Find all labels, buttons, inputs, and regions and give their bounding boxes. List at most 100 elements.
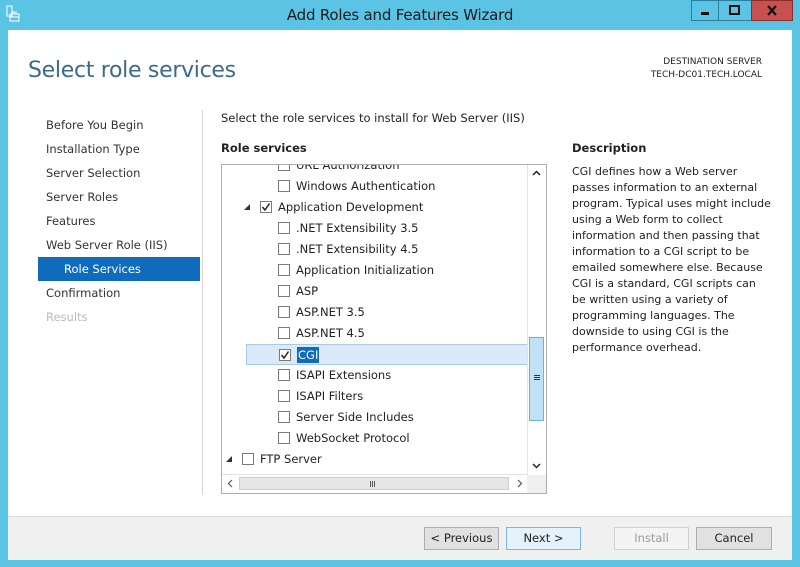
nav-item-web-server-role[interactable]: Web Server Role (IIS) (38, 233, 200, 257)
minimize-icon (701, 12, 709, 15)
nav-item-role-services[interactable]: Role Services (38, 257, 200, 281)
scroll-left-button[interactable] (222, 475, 239, 492)
close-icon (767, 5, 777, 16)
tree-item-label: Application Initialization (296, 263, 435, 277)
checkbox[interactable] (278, 327, 290, 339)
nav-item-confirmation[interactable]: Confirmation (38, 281, 200, 305)
previous-button-label: < Previous (430, 531, 493, 545)
tree-item-label: Server Side Includes (296, 410, 414, 424)
tree-item-label: ISAPI Filters (296, 389, 364, 403)
next-button[interactable]: Next > (506, 527, 581, 550)
expand-collapse-icon[interactable] (226, 456, 232, 462)
chevron-down-icon (532, 463, 541, 469)
window-title: Add Roles and Features Wizard (286, 6, 514, 24)
checkbox[interactable] (278, 390, 290, 402)
grip-icon (534, 375, 540, 376)
destination-server-info: DESTINATION SERVER TECH-DC01.TECH.LOCAL (651, 56, 762, 82)
checkmark-icon (280, 351, 290, 360)
scroll-down-button[interactable] (528, 457, 545, 474)
expand-collapse-icon[interactable] (244, 204, 250, 210)
cancel-button[interactable]: Cancel (696, 527, 772, 550)
tree-item[interactable]: WebSocket Protocol (222, 428, 528, 449)
tree-item-label: Application Development (278, 200, 424, 214)
page-title: Select role services (28, 58, 236, 83)
tree-item[interactable]: .NET Extensibility 3.5 (222, 218, 528, 239)
tree-item-label: FTP Server (260, 452, 322, 466)
destination-server-name: TECH-DC01.TECH.LOCAL (650, 70, 762, 80)
tree-item-label: ASP.NET 3.5 (296, 305, 365, 319)
previous-button[interactable]: < Previous (424, 527, 499, 550)
tree-item-label: ISAPI Extensions (296, 368, 392, 382)
checkbox[interactable] (278, 432, 290, 444)
install-button: Install (614, 527, 689, 550)
chevron-up-icon (532, 170, 541, 176)
checkbox[interactable] (279, 349, 291, 361)
tree-item-label: WebSocket Protocol (296, 431, 410, 445)
tree-item[interactable]: CGI (246, 344, 530, 365)
nav-item-server-selection[interactable]: Server Selection (38, 161, 200, 185)
tree-item-label: ASP (296, 284, 319, 298)
description-heading: Description (572, 141, 647, 155)
role-services-tree[interactable]: URL Authorization Windows Authentication A… (221, 164, 547, 494)
checkbox[interactable] (278, 369, 290, 381)
cancel-button-label: Cancel (714, 531, 754, 545)
checkbox[interactable] (278, 285, 290, 297)
chevron-left-icon (227, 479, 233, 488)
minimize-button[interactable] (691, 0, 719, 21)
tree-item[interactable]: Windows Authentication (222, 176, 528, 197)
title-bar: Add Roles and Features Wizard (0, 0, 800, 30)
checkbox[interactable] (242, 453, 254, 465)
install-button-label: Install (634, 531, 669, 545)
wizard-steps-nav: Before You Begin Installation Type Serve… (38, 113, 200, 329)
wizard-body: Select role services DESTINATION SERVER … (8, 30, 792, 560)
next-button-label: Next > (523, 531, 564, 545)
nav-item-installation-type[interactable]: Installation Type (38, 137, 200, 161)
tree-item[interactable]: URL Authorization (222, 164, 528, 176)
nav-item-before-you-begin[interactable]: Before You Begin (38, 113, 200, 137)
checkbox[interactable] (278, 165, 290, 171)
tree-item[interactable]: ASP.NET 4.5 (222, 323, 528, 344)
vertical-scrollbar[interactable] (527, 165, 546, 474)
nav-item-server-roles[interactable]: Server Roles (38, 185, 200, 209)
scrollbar-corner (527, 475, 546, 493)
tree-item-label: URL Authorization (296, 164, 400, 172)
checkbox[interactable] (278, 180, 290, 192)
checkbox[interactable] (278, 264, 290, 276)
description-text: CGI defines how a Web server passes info… (572, 165, 771, 354)
nav-divider (202, 110, 203, 495)
maximize-icon (729, 5, 740, 15)
tree-item-label: .NET Extensibility 4.5 (296, 242, 419, 256)
scroll-right-button[interactable] (511, 475, 528, 492)
role-services-heading: Role services (221, 141, 307, 155)
tree-item[interactable]: ASP (222, 281, 528, 302)
horizontal-scrollbar[interactable] (222, 474, 528, 493)
checkbox[interactable] (278, 222, 290, 234)
checkbox[interactable] (278, 306, 290, 318)
tree-item[interactable]: Server Side Includes (222, 407, 528, 428)
maximize-button[interactable] (718, 0, 752, 21)
checkbox[interactable] (278, 411, 290, 423)
nav-item-results: Results (46, 310, 88, 324)
instructions-text: Select the role services to install for … (221, 111, 525, 125)
tree-item[interactable]: ISAPI Filters (222, 386, 528, 407)
horizontal-scroll-thumb[interactable] (239, 477, 509, 490)
wizard-footer: < Previous Next > Install Cancel (8, 516, 792, 560)
nav-item-features[interactable]: Features (38, 209, 200, 233)
checkbox[interactable] (278, 243, 290, 255)
tree-item-label: CGI (297, 347, 320, 363)
tree-item-label: ASP.NET 4.5 (296, 326, 365, 340)
tree-item[interactable]: .NET Extensibility 4.5 (222, 239, 528, 260)
chevron-right-icon (517, 479, 523, 488)
close-button[interactable] (751, 0, 793, 21)
tree-item[interactable]: ASP.NET 3.5 (222, 302, 528, 323)
destination-label: DESTINATION SERVER (663, 57, 762, 67)
tree-item-label: .NET Extensibility 3.5 (296, 221, 419, 235)
vertical-scroll-thumb[interactable] (529, 337, 544, 421)
tree-item[interactable]: Application Initialization (222, 260, 528, 281)
checkbox[interactable] (260, 201, 272, 213)
tree-item[interactable]: FTP Server (222, 449, 528, 470)
scroll-up-button[interactable] (528, 165, 545, 182)
tree-item[interactable]: Application Development (222, 197, 528, 218)
tree-item[interactable]: ISAPI Extensions (222, 365, 528, 386)
checkmark-icon (261, 203, 271, 212)
